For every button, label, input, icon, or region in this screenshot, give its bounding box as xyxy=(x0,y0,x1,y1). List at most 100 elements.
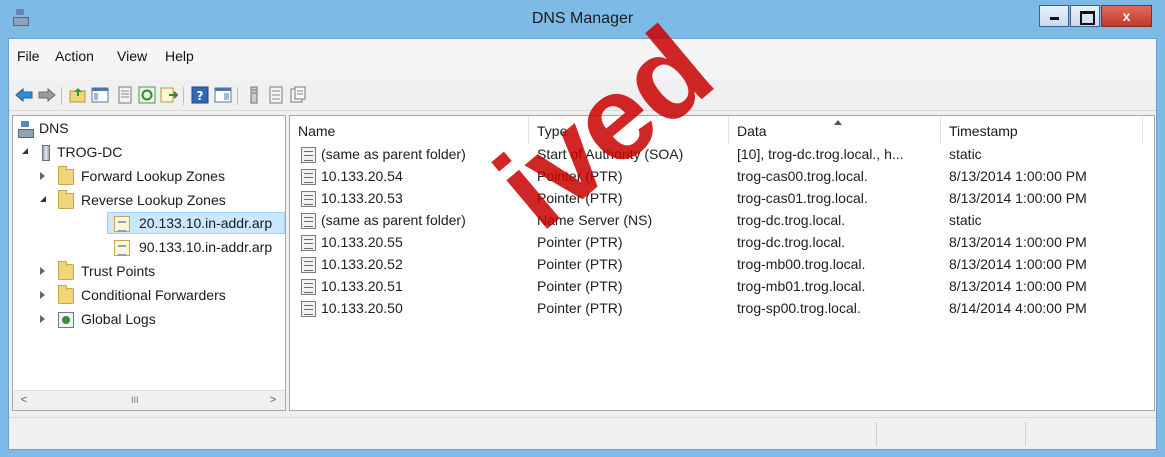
status-bar xyxy=(9,417,1156,449)
tree-item-zone-90[interactable]: 90.133.10.in-addr.arp xyxy=(13,237,283,259)
column-header-timestamp[interactable]: Timestamp xyxy=(941,116,1143,144)
table-row[interactable]: (same as parent folder) Name Server (NS) t… xyxy=(290,210,1154,232)
tree-item-trust-points[interactable]: Trust Points xyxy=(13,261,283,283)
record-name: (same as parent folder) xyxy=(321,146,466,162)
tree-item-reverse-lookup-zones[interactable]: Reverse Lookup Zones xyxy=(13,190,283,212)
record-timestamp: 8/13/2014 1:00:00 PM xyxy=(949,234,1087,250)
show-tree-icon[interactable] xyxy=(91,86,109,104)
tree-horizontal-scrollbar[interactable]: < III > xyxy=(13,390,285,410)
collapse-arrow-icon[interactable] xyxy=(40,196,46,202)
title-bar[interactable]: DNS Manager x xyxy=(0,0,1165,38)
tree-item-conditional-forwarders[interactable]: Conditional Forwarders xyxy=(13,285,283,307)
toolbar: ? xyxy=(9,81,1156,111)
record-icon xyxy=(301,191,316,207)
expand-arrow-icon[interactable] xyxy=(40,172,45,180)
record-data: trog-cas01.trog.local. xyxy=(737,190,868,206)
zone-icon[interactable] xyxy=(267,86,285,104)
tree-item-label: Forward Lookup Zones xyxy=(81,168,225,184)
table-row[interactable]: 10.133.20.54 Pointer (PTR) trog-cas00.trog… xyxy=(290,166,1154,188)
folder-icon xyxy=(58,190,74,209)
properties-icon[interactable] xyxy=(116,86,134,104)
toolbar-separator xyxy=(183,87,184,105)
column-header-type[interactable]: Type xyxy=(529,116,729,144)
expand-arrow-icon[interactable] xyxy=(40,291,45,299)
tree-item-forward-lookup-zones[interactable]: Forward Lookup Zones xyxy=(13,166,283,188)
record-timestamp: 8/13/2014 1:00:00 PM xyxy=(949,168,1087,184)
status-divider xyxy=(1025,422,1026,446)
maximize-button[interactable] xyxy=(1070,5,1100,27)
table-row[interactable]: 10.133.20.53 Pointer (PTR) trog-cas01.trog… xyxy=(290,188,1154,210)
expand-arrow-icon[interactable] xyxy=(40,267,45,275)
zone-icon xyxy=(114,216,130,232)
export-icon[interactable] xyxy=(160,86,178,104)
console-tree: DNS TROG-DC Forward Lookup Zones Reverse… xyxy=(12,115,286,411)
expand-arrow-icon[interactable] xyxy=(40,315,45,323)
tree-item-label: Conditional Forwarders xyxy=(81,287,226,303)
menu-action[interactable]: Action xyxy=(55,48,94,64)
close-icon: x xyxy=(1122,8,1131,24)
collapse-arrow-icon[interactable] xyxy=(22,148,28,154)
table-row[interactable]: (same as parent folder) Start of Authorit… xyxy=(290,144,1154,166)
record-data: trog-mb00.trog.local. xyxy=(737,256,866,272)
record-name: 10.133.20.51 xyxy=(321,278,403,294)
table-row[interactable]: 10.133.20.52 Pointer (PTR) trog-mb00.trog.… xyxy=(290,254,1154,276)
table-row[interactable]: 10.133.20.50 Pointer (PTR) trog-sp00.trog.… xyxy=(290,298,1154,320)
column-header-name[interactable]: Name xyxy=(290,116,529,144)
client-area: File Action View Help ? DNS TROG-DC Forw… xyxy=(8,38,1157,450)
minimize-button[interactable] xyxy=(1039,5,1069,27)
console-tree-icon[interactable] xyxy=(214,86,232,104)
help-icon[interactable]: ? xyxy=(191,86,209,104)
forward-icon[interactable] xyxy=(38,86,56,104)
record-timestamp: 8/13/2014 1:00:00 PM xyxy=(949,190,1087,206)
svg-text:?: ? xyxy=(197,89,204,103)
record-icon[interactable] xyxy=(289,86,307,104)
scroll-left-button[interactable]: < xyxy=(16,393,32,408)
menu-help[interactable]: Help xyxy=(165,48,194,64)
record-data: trog-sp00.trog.local. xyxy=(737,300,861,316)
up-folder-icon[interactable] xyxy=(69,86,87,104)
record-icon xyxy=(301,169,316,185)
server-icon xyxy=(42,145,50,161)
record-icon xyxy=(301,301,316,317)
record-timestamp: 8/14/2014 4:00:00 PM xyxy=(949,300,1087,316)
dns-icon xyxy=(17,121,34,138)
record-type: Pointer (PTR) xyxy=(537,168,623,184)
tree-item-label: TROG-DC xyxy=(57,144,123,160)
menu-bar: File Action View Help xyxy=(9,39,1156,79)
tree-item-server[interactable]: TROG-DC xyxy=(13,142,283,164)
window-title: DNS Manager xyxy=(531,10,634,27)
record-name: 10.133.20.50 xyxy=(321,300,403,316)
menu-file[interactable]: File xyxy=(17,48,40,64)
record-timestamp: 8/13/2014 1:00:00 PM xyxy=(949,278,1087,294)
record-icon xyxy=(301,147,316,163)
back-icon[interactable] xyxy=(15,86,33,104)
scroll-thumb[interactable]: III xyxy=(131,395,139,405)
record-type: Start of Authority (SOA) xyxy=(537,146,684,162)
tree-item-global-logs[interactable]: Global Logs xyxy=(13,309,283,331)
tree-item-label: Reverse Lookup Zones xyxy=(81,192,226,208)
server-icon[interactable] xyxy=(245,86,263,104)
record-name: (same as parent folder) xyxy=(321,212,466,228)
record-list: Name Type Data Timestamp (same as parent… xyxy=(289,115,1155,411)
record-data: [10], trog-dc.trog.local., h... xyxy=(737,146,904,162)
event-log-icon xyxy=(58,312,74,328)
toolbar-separator xyxy=(61,87,62,105)
table-row[interactable]: 10.133.20.51 Pointer (PTR) trog-mb01.trog.… xyxy=(290,276,1154,298)
scroll-right-button[interactable]: > xyxy=(265,393,281,408)
table-row[interactable]: 10.133.20.55 Pointer (PTR) trog-dc.trog.lo… xyxy=(290,232,1154,254)
tree-item-dns[interactable]: DNS xyxy=(13,118,283,140)
close-button[interactable]: x xyxy=(1101,5,1152,27)
record-timestamp: static xyxy=(949,146,982,162)
refresh-icon[interactable] xyxy=(138,86,156,104)
record-type: Pointer (PTR) xyxy=(537,278,623,294)
tree-item-zone-20[interactable]: 20.133.10.in-addr.arp xyxy=(13,213,283,235)
tree-item-label: 20.133.10.in-addr.arp xyxy=(139,215,273,231)
tree-item-label: DNS xyxy=(39,120,69,136)
tree-item-label: Trust Points xyxy=(81,263,156,279)
record-icon xyxy=(301,279,316,295)
record-name: 10.133.20.55 xyxy=(321,234,403,250)
record-name: 10.133.20.53 xyxy=(321,190,403,206)
folder-icon xyxy=(58,166,74,185)
toolbar-separator xyxy=(237,87,238,105)
menu-view[interactable]: View xyxy=(117,48,147,64)
